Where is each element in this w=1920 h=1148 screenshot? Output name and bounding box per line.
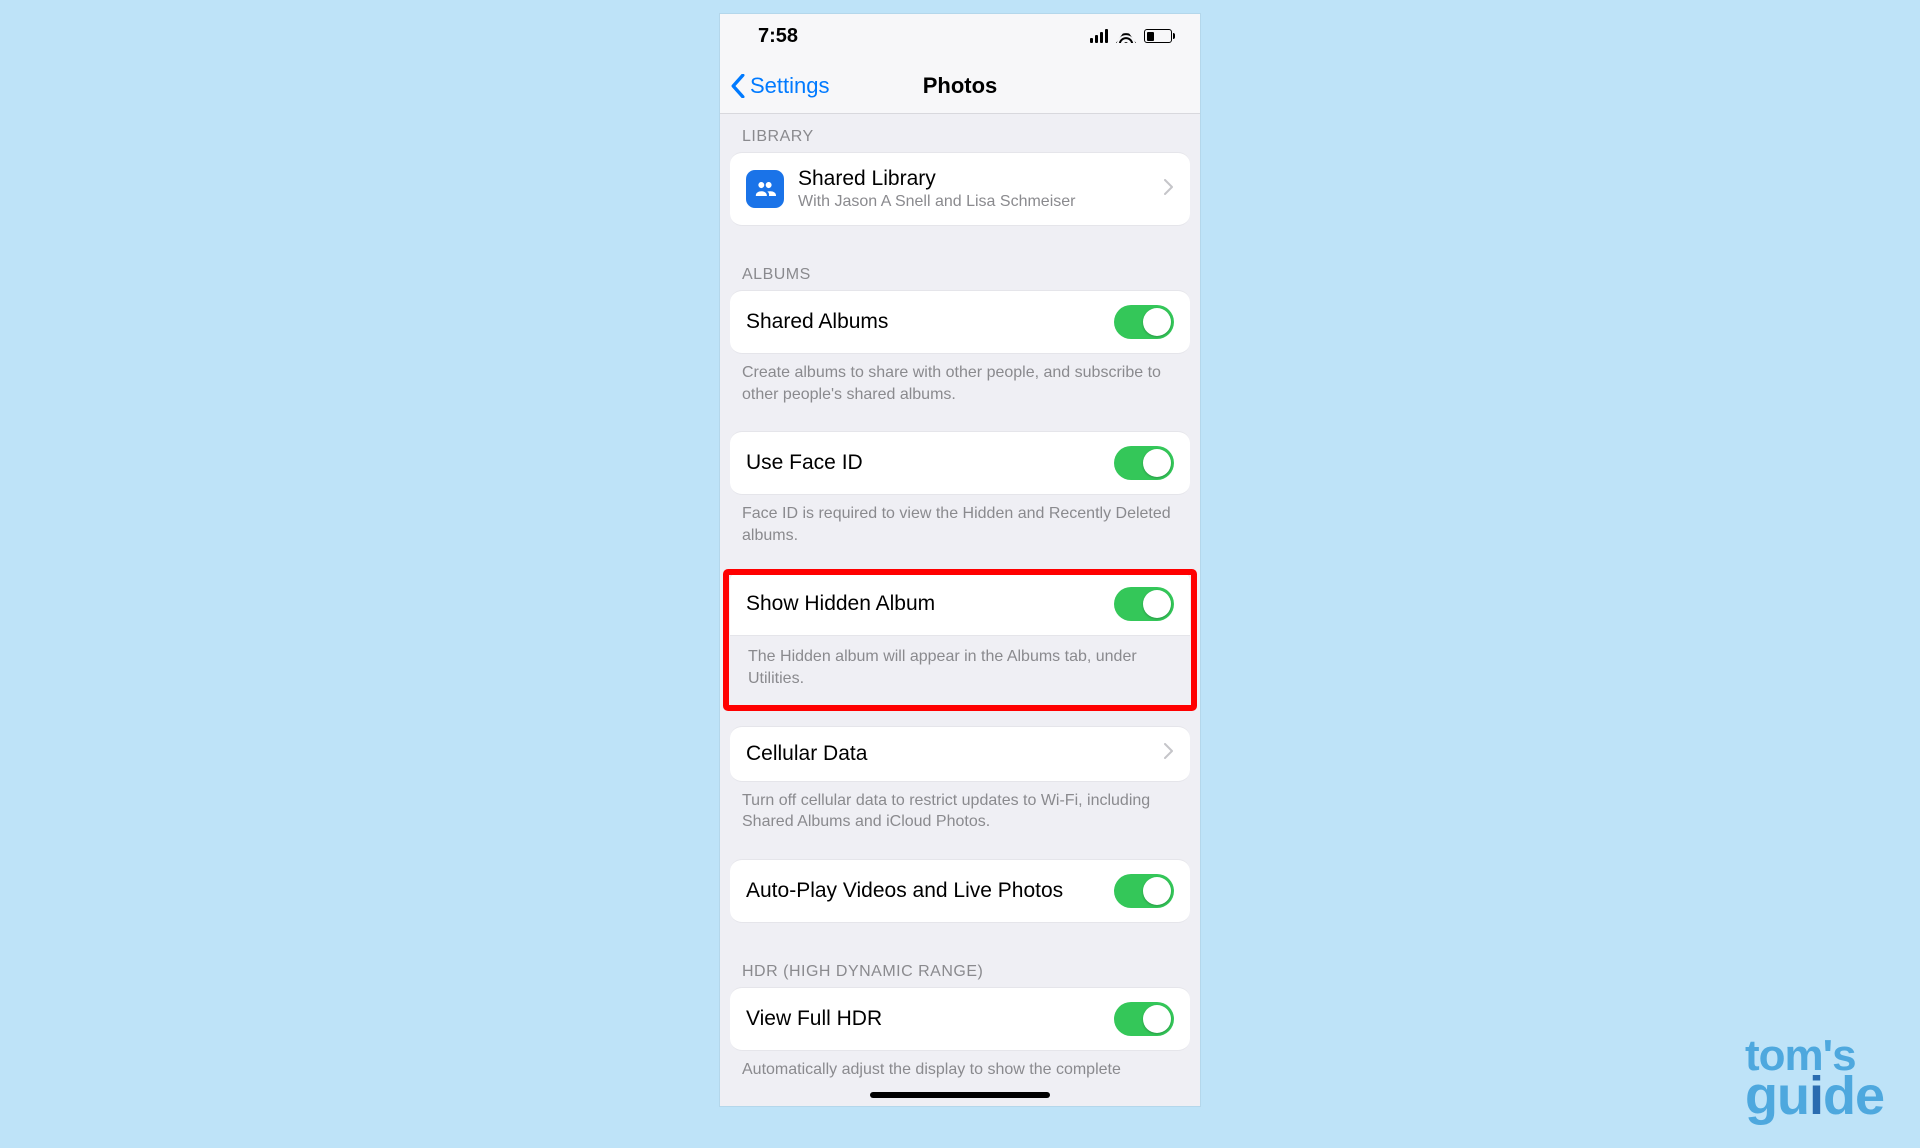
row-title: View Full HDR <box>746 1007 1102 1031</box>
toggle-view-full-hdr[interactable] <box>1114 1002 1174 1036</box>
back-label: Settings <box>750 73 830 99</box>
row-subtitle: With Jason A Snell and Lisa Schmeiser <box>798 193 1156 211</box>
row-title: Use Face ID <box>746 451 1102 475</box>
toggle-face-id[interactable] <box>1114 446 1174 480</box>
status-bar: 7:58 <box>720 14 1200 58</box>
row-show-hidden-album[interactable]: Show Hidden Album <box>730 572 1190 636</box>
footer-face-id: Face ID is required to view the Hidden a… <box>720 495 1200 572</box>
highlight-show-hidden: Show Hidden Album The Hidden album will … <box>726 572 1194 707</box>
page-title: Photos <box>923 73 998 99</box>
people-icon <box>746 170 784 208</box>
footer-cellular: Turn off cellular data to restrict updat… <box>720 782 1200 859</box>
footer-show-hidden: The Hidden album will appear in the Albu… <box>726 636 1194 707</box>
row-autoplay[interactable]: Auto-Play Videos and Live Photos <box>730 859 1190 923</box>
row-title: Shared Albums <box>746 310 1102 334</box>
group-header-hdr: HDR (HIGH DYNAMIC RANGE) <box>720 923 1200 987</box>
chevron-left-icon <box>730 74 746 98</box>
phone-screenshot: 7:58 Settings Photos LIBRARY Shared Libr… <box>720 14 1200 1106</box>
group-header-library: LIBRARY <box>720 114 1200 152</box>
toggle-shared-albums[interactable] <box>1114 305 1174 339</box>
row-title: Auto-Play Videos and Live Photos <box>746 879 1102 903</box>
nav-bar: Settings Photos <box>720 58 1200 114</box>
toggle-autoplay[interactable] <box>1114 874 1174 908</box>
wifi-icon <box>1116 29 1136 43</box>
chevron-right-icon <box>1164 179 1174 200</box>
row-title: Shared Library <box>798 167 1156 191</box>
status-time: 7:58 <box>758 25 798 48</box>
cellular-signal-icon <box>1090 29 1108 43</box>
chevron-right-icon <box>1164 743 1174 764</box>
toggle-show-hidden[interactable] <box>1114 587 1174 621</box>
row-shared-library[interactable]: Shared Library With Jason A Snell and Li… <box>730 152 1190 226</box>
row-title: Cellular Data <box>746 742 1156 766</box>
settings-scroll[interactable]: LIBRARY Shared Library With Jason A Snel… <box>720 114 1200 1106</box>
battery-icon <box>1144 29 1172 43</box>
watermark: tom's guide <box>1745 1037 1884 1120</box>
footer-hdr: Automatically adjust the display to show… <box>720 1051 1200 1089</box>
home-indicator[interactable] <box>870 1092 1050 1098</box>
group-header-albums: ALBUMS <box>720 226 1200 290</box>
watermark-line2: guide <box>1745 1074 1884 1120</box>
row-cellular-data[interactable]: Cellular Data <box>730 726 1190 782</box>
footer-shared-albums: Create albums to share with other people… <box>720 354 1200 431</box>
row-title: Show Hidden Album <box>746 592 1102 616</box>
back-button[interactable]: Settings <box>730 73 830 99</box>
row-use-face-id[interactable]: Use Face ID <box>730 431 1190 495</box>
row-shared-albums[interactable]: Shared Albums <box>730 290 1190 354</box>
row-view-full-hdr[interactable]: View Full HDR <box>730 987 1190 1051</box>
